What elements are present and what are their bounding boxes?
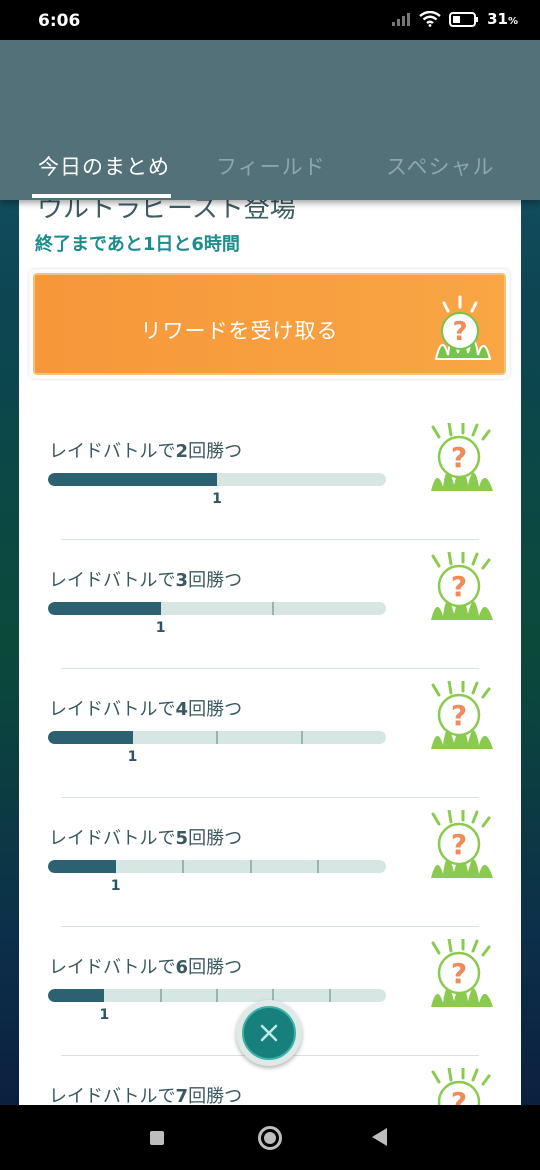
tab-today[interactable]: 今日のまとめ — [38, 151, 170, 181]
mystery-reward-icon: ? — [431, 939, 493, 1007]
research-task[interactable]: レイドバトルで5回勝つ 1? — [19, 810, 521, 939]
task-progress-count: 1 — [155, 620, 166, 636]
task-title: レイドバトルで5回勝つ — [49, 828, 243, 849]
mystery-reward-icon: ? — [431, 552, 493, 620]
wifi-icon — [419, 11, 441, 27]
task-progress-count: 1 — [110, 878, 121, 894]
task-progress-fill — [48, 602, 161, 615]
research-task[interactable]: レイドバトルで2回勝つ 1? — [19, 423, 521, 552]
svg-text:?: ? — [451, 441, 467, 474]
svg-text:?: ? — [451, 699, 467, 732]
task-title: レイドバトルで4回勝つ — [49, 699, 243, 720]
research-task[interactable]: レイドバトルで3回勝つ 1? — [19, 552, 521, 681]
task-progress-fill — [48, 473, 217, 486]
task-divider — [61, 797, 479, 798]
task-divider — [61, 668, 479, 669]
claim-reward-button[interactable]: リワードを受け取る ? — [29, 269, 510, 379]
system-nav-bar — [0, 1105, 540, 1170]
svg-text:?: ? — [451, 828, 467, 861]
task-progress-count: 1 — [212, 491, 222, 507]
svg-text:?: ? — [451, 957, 467, 990]
status-icons: 31% — [391, 10, 518, 28]
research-card[interactable]: ウルトラビースト登場 終了まであと1日と6時間 リワードを受け取る ? レイドバ… — [19, 196, 521, 1108]
svg-text:?: ? — [451, 570, 467, 603]
mystery-reward-icon: ? — [431, 681, 493, 749]
task-divider — [61, 926, 479, 927]
progress-tick — [300, 731, 303, 744]
mystery-reward-icon: ? — [434, 295, 492, 360]
task-progress-fill — [48, 989, 105, 1002]
close-icon — [260, 1024, 278, 1042]
mystery-reward-icon: ? — [431, 1068, 491, 1108]
research-task[interactable]: レイドバトルで7回勝つ? — [19, 1068, 521, 1108]
progress-tick — [249, 860, 252, 873]
task-progress-fill — [48, 860, 116, 873]
task-progress-bar — [48, 860, 386, 873]
progress-tick — [272, 602, 275, 615]
progress-tick — [317, 860, 320, 873]
status-bar: 6:06 31% — [0, 0, 540, 40]
mystery-reward-icon: ? — [431, 423, 493, 491]
task-progress-count: 1 — [99, 1007, 110, 1023]
header: 今日のまとめ フィールド スペシャル — [0, 40, 540, 200]
event-title: ウルトラビースト登場 — [37, 196, 296, 224]
active-tab-indicator — [32, 194, 171, 198]
back-button[interactable] — [372, 1128, 387, 1146]
task-progress-count: 1 — [127, 749, 138, 765]
task-progress-bar — [48, 731, 386, 744]
battery-icon — [449, 11, 479, 27]
task-progress-bar — [48, 989, 386, 1002]
mystery-reward-icon: ? — [431, 810, 493, 878]
task-title: レイドバトルで3回勝つ — [49, 570, 243, 591]
task-divider — [61, 539, 479, 540]
task-progress-fill — [48, 731, 133, 744]
svg-text:?: ? — [452, 317, 467, 347]
close-button[interactable] — [236, 1000, 302, 1066]
battery-percent: 31% — [487, 10, 518, 28]
home-button[interactable] — [258, 1126, 282, 1150]
progress-tick — [216, 731, 218, 744]
tab-special[interactable]: スペシャル — [386, 151, 495, 181]
research-task[interactable]: レイドバトルで4回勝つ 1? — [19, 681, 521, 810]
task-title: レイドバトルで2回勝つ — [49, 441, 243, 462]
progress-tick — [328, 989, 331, 1002]
progress-tick — [159, 989, 162, 1002]
status-time: 6:06 — [38, 11, 81, 31]
tab-field[interactable]: フィールド — [216, 151, 326, 181]
claim-reward-label: リワードを受け取る — [140, 319, 339, 343]
progress-tick — [216, 989, 218, 1002]
task-progress-bar — [48, 473, 386, 486]
task-title: レイドバトルで6回勝つ — [49, 957, 243, 978]
recents-button[interactable] — [150, 1131, 164, 1145]
signal-icon — [392, 13, 411, 26]
task-progress-bar — [48, 602, 386, 615]
event-timer: 終了まであと1日と6時間 — [35, 234, 240, 255]
progress-tick — [182, 860, 185, 873]
